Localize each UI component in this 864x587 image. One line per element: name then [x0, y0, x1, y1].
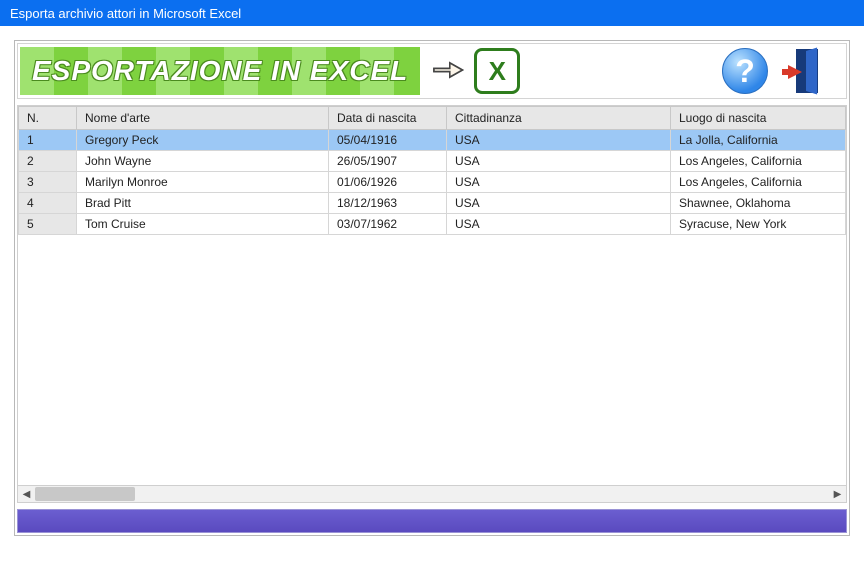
- cell-citt: USA: [447, 130, 671, 151]
- cell-nome: Brad Pitt: [77, 193, 329, 214]
- cell-data: 01/06/1926: [329, 172, 447, 193]
- export-excel-button[interactable]: X: [474, 48, 520, 94]
- excel-icon: X: [489, 56, 506, 87]
- cell-data: 18/12/1963: [329, 193, 447, 214]
- scroll-thumb[interactable]: [35, 487, 135, 501]
- help-icon: ?: [735, 53, 755, 90]
- help-button[interactable]: ?: [722, 48, 768, 94]
- cell-nome: Tom Cruise: [77, 214, 329, 235]
- cell-n: 5: [19, 214, 77, 235]
- cell-n: 2: [19, 151, 77, 172]
- table-row[interactable]: 2John Wayne26/05/1907USALos Angeles, Cal…: [19, 151, 846, 172]
- cell-data: 03/07/1962: [329, 214, 447, 235]
- cell-nome: Marilyn Monroe: [77, 172, 329, 193]
- horizontal-scrollbar[interactable]: ◀ ▶: [18, 485, 846, 502]
- cell-citt: USA: [447, 151, 671, 172]
- scroll-right-button[interactable]: ▶: [829, 486, 846, 503]
- cell-nome: Gregory Peck: [77, 130, 329, 151]
- cell-data: 26/05/1907: [329, 151, 447, 172]
- cell-n: 1: [19, 130, 77, 151]
- content-frame: ESPORTAZIONE IN EXCEL X ?: [14, 40, 850, 536]
- cell-luogo: Los Angeles, California: [671, 151, 846, 172]
- progress-bar: [17, 509, 847, 533]
- banner-text: ESPORTAZIONE IN EXCEL: [32, 55, 408, 87]
- col-header-data[interactable]: Data di nascita: [329, 107, 447, 130]
- cell-citt: USA: [447, 193, 671, 214]
- col-header-n[interactable]: N.: [19, 107, 77, 130]
- table-row[interactable]: 4Brad Pitt18/12/1963USAShawnee, Oklahoma: [19, 193, 846, 214]
- cell-n: 3: [19, 172, 77, 193]
- table-row[interactable]: 3Marilyn Monroe01/06/1926USALos Angeles,…: [19, 172, 846, 193]
- cell-citt: USA: [447, 214, 671, 235]
- table-row[interactable]: 5Tom Cruise03/07/1962USASyracuse, New Yo…: [19, 214, 846, 235]
- exit-button[interactable]: [788, 47, 834, 95]
- scroll-left-button[interactable]: ◀: [18, 486, 35, 503]
- table-header-row: N. Nome d'arte Data di nascita Cittadina…: [19, 107, 846, 130]
- pointing-hand-icon: [430, 54, 468, 89]
- cell-luogo: La Jolla, California: [671, 130, 846, 151]
- window-title: Esporta archivio attori in Microsoft Exc…: [10, 6, 241, 21]
- cell-luogo: Shawnee, Oklahoma: [671, 193, 846, 214]
- col-header-luogo[interactable]: Luogo di nascita: [671, 107, 846, 130]
- col-header-citt[interactable]: Cittadinanza: [447, 107, 671, 130]
- export-banner: ESPORTAZIONE IN EXCEL: [20, 47, 420, 95]
- data-grid[interactable]: N. Nome d'arte Data di nascita Cittadina…: [17, 105, 847, 503]
- cell-luogo: Los Angeles, California: [671, 172, 846, 193]
- toolbar: ESPORTAZIONE IN EXCEL X ?: [17, 43, 847, 99]
- col-header-nome[interactable]: Nome d'arte: [77, 107, 329, 130]
- scroll-track[interactable]: [35, 486, 829, 502]
- cell-luogo: Syracuse, New York: [671, 214, 846, 235]
- cell-data: 05/04/1916: [329, 130, 447, 151]
- window-titlebar: Esporta archivio attori in Microsoft Exc…: [0, 0, 864, 26]
- cell-citt: USA: [447, 172, 671, 193]
- table-row[interactable]: 1Gregory Peck05/04/1916USALa Jolla, Cali…: [19, 130, 846, 151]
- cell-nome: John Wayne: [77, 151, 329, 172]
- cell-n: 4: [19, 193, 77, 214]
